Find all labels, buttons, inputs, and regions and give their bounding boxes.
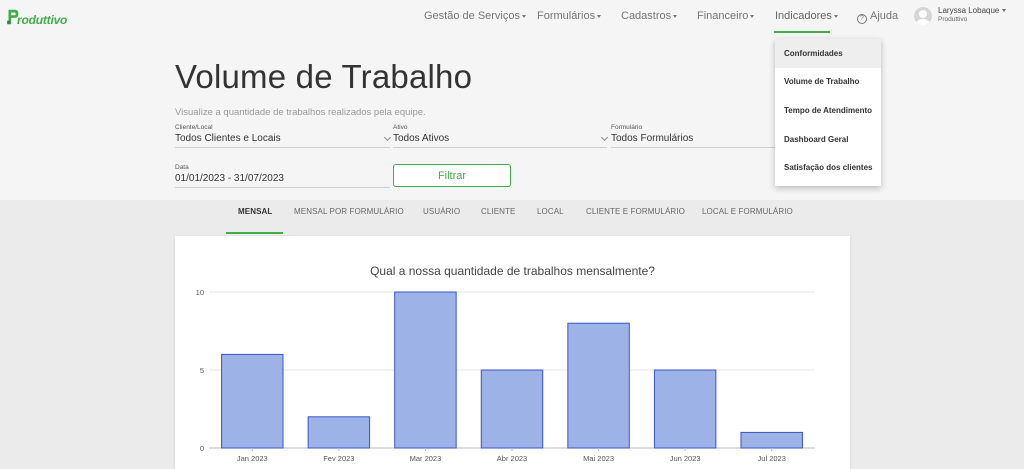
field-label: Ativo	[393, 124, 408, 131]
chart-card: Qual a nossa quantidade de trabalhos men…	[175, 236, 850, 469]
y-tick-label: 0	[200, 444, 204, 453]
bar[interactable]	[740, 431, 803, 449]
menu-item-satisfacao-dos-clientes[interactable]: Satisfação dos clientes	[775, 153, 881, 182]
date-range-input[interactable]: Data 01/01/2023 - 31/07/2023	[175, 164, 390, 188]
logo-text: roduttivo	[17, 13, 68, 27]
y-tick-label: 10	[196, 288, 204, 297]
active-select[interactable]: Ativo Todos Ativos	[393, 124, 609, 148]
page-title: Volume de Trabalho	[175, 58, 473, 95]
bar-chart: 0 5 10 Jan 2023 Fev 2023 Mar 2023 Abr 2023 Mai …	[196, 288, 815, 463]
client-local-select[interactable]: Cliente/Local Todos Clientes e Locais	[175, 124, 392, 148]
x-tick-label: Jan 2023	[237, 454, 268, 463]
produttivo-logo-icon	[7, 9, 19, 25]
y-tick-label: 5	[200, 366, 204, 375]
user-menu[interactable]: Laryssa Lobaque Produttivo	[914, 6, 1007, 25]
tab-mensal[interactable]: MENSAL	[238, 207, 272, 216]
nav-label: Financeiro	[697, 10, 749, 22]
field-label: Formulário	[611, 124, 643, 131]
caret-down-icon	[750, 14, 755, 18]
avatar	[914, 7, 932, 25]
caret-down-icon	[1002, 9, 1007, 13]
tab-active-underline	[226, 232, 283, 234]
menu-item-volume-de-trabalho[interactable]: Volume de Trabalho	[775, 68, 881, 97]
bar[interactable]	[221, 353, 284, 449]
nav-active-underline	[774, 31, 830, 33]
menu-item-tempo-de-atendimento[interactable]: Tempo de Atendimento	[775, 96, 881, 125]
tab-local-e-formulario[interactable]: LOCAL E FORMULÁRIO	[702, 207, 793, 216]
bar[interactable]	[653, 369, 717, 449]
x-tick-label: Fev 2023	[323, 454, 354, 463]
nav-label: Gestão de Serviços	[424, 10, 520, 22]
x-tick-label: Mar 2023	[410, 454, 442, 463]
filter-button[interactable]: Filtrar	[393, 164, 511, 187]
logo[interactable]: roduttivo	[6, 6, 67, 28]
nav-label: Cadastros	[621, 10, 672, 22]
nav-label: Indicadores	[775, 10, 832, 22]
caret-down-icon	[597, 14, 602, 18]
nav-label: Formulários	[537, 10, 596, 22]
nav-cadastros[interactable]: Cadastros	[621, 10, 678, 22]
tab-cliente-e-formulario[interactable]: CLIENTE E FORMULÁRIO	[586, 207, 685, 216]
nav-indicadores[interactable]: Indicadores	[775, 10, 838, 22]
field-underline	[611, 147, 776, 148]
field-underline	[175, 187, 390, 188]
field-underline	[175, 147, 390, 148]
nav-label: Ajuda	[870, 10, 899, 22]
menu-item-dashboard-geral[interactable]: Dashboard Geral	[775, 125, 881, 154]
user-name: Laryssa Lobaque	[938, 6, 1000, 15]
field-value: Todos Clientes e Locais	[175, 133, 281, 144]
x-tick-label: Jul 2023	[758, 454, 786, 463]
top-navbar: roduttivo Gestão de Serviços Formulários…	[0, 0, 1024, 34]
user-organization: Produttivo	[938, 16, 968, 23]
field-value: 01/01/2023 - 31/07/2023	[175, 173, 284, 184]
x-tick-label: Mai 2023	[583, 454, 614, 463]
field-value: Todos Formulários	[611, 133, 694, 144]
field-underline	[393, 147, 607, 148]
bar[interactable]	[394, 291, 457, 449]
help-circle-icon: ?	[857, 14, 867, 24]
field-label: Cliente/Local	[175, 124, 213, 131]
bar[interactable]	[567, 322, 630, 449]
caret-down-icon	[522, 14, 526, 18]
caret-down-icon	[673, 14, 678, 18]
field-label: Data	[175, 164, 189, 171]
bar[interactable]	[480, 369, 544, 449]
tab-cliente[interactable]: CLIENTE	[481, 207, 516, 216]
nav-formularios[interactable]: Formulários	[537, 10, 602, 22]
nav-financeiro[interactable]: Financeiro	[697, 10, 755, 22]
nav-ajuda[interactable]: ? Ajuda	[857, 10, 898, 24]
bar[interactable]	[307, 416, 371, 449]
tab-usuario[interactable]: USUÁRIO	[423, 207, 460, 216]
x-tick-label: Abr 2023	[497, 454, 527, 463]
caret-down-icon	[833, 14, 838, 18]
field-value: Todos Ativos	[393, 133, 450, 144]
nav-gestao-de-servicos[interactable]: Gestão de Serviços	[424, 10, 526, 22]
form-select[interactable]: Formulário Todos Formulários	[611, 124, 776, 148]
indicadores-dropdown-menu: Conformidades Volume de Trabalho Tempo d…	[775, 39, 881, 186]
tab-local[interactable]: LOCAL	[537, 207, 564, 216]
page-subtitle: Visualize a quantidade de trabalhos real…	[175, 107, 426, 118]
tab-mensal-por-formulario[interactable]: MENSAL POR FORMULÁRIO	[294, 207, 404, 216]
x-tick-label: Jun 2023	[670, 454, 701, 463]
menu-item-conformidades[interactable]: Conformidades	[775, 39, 881, 68]
